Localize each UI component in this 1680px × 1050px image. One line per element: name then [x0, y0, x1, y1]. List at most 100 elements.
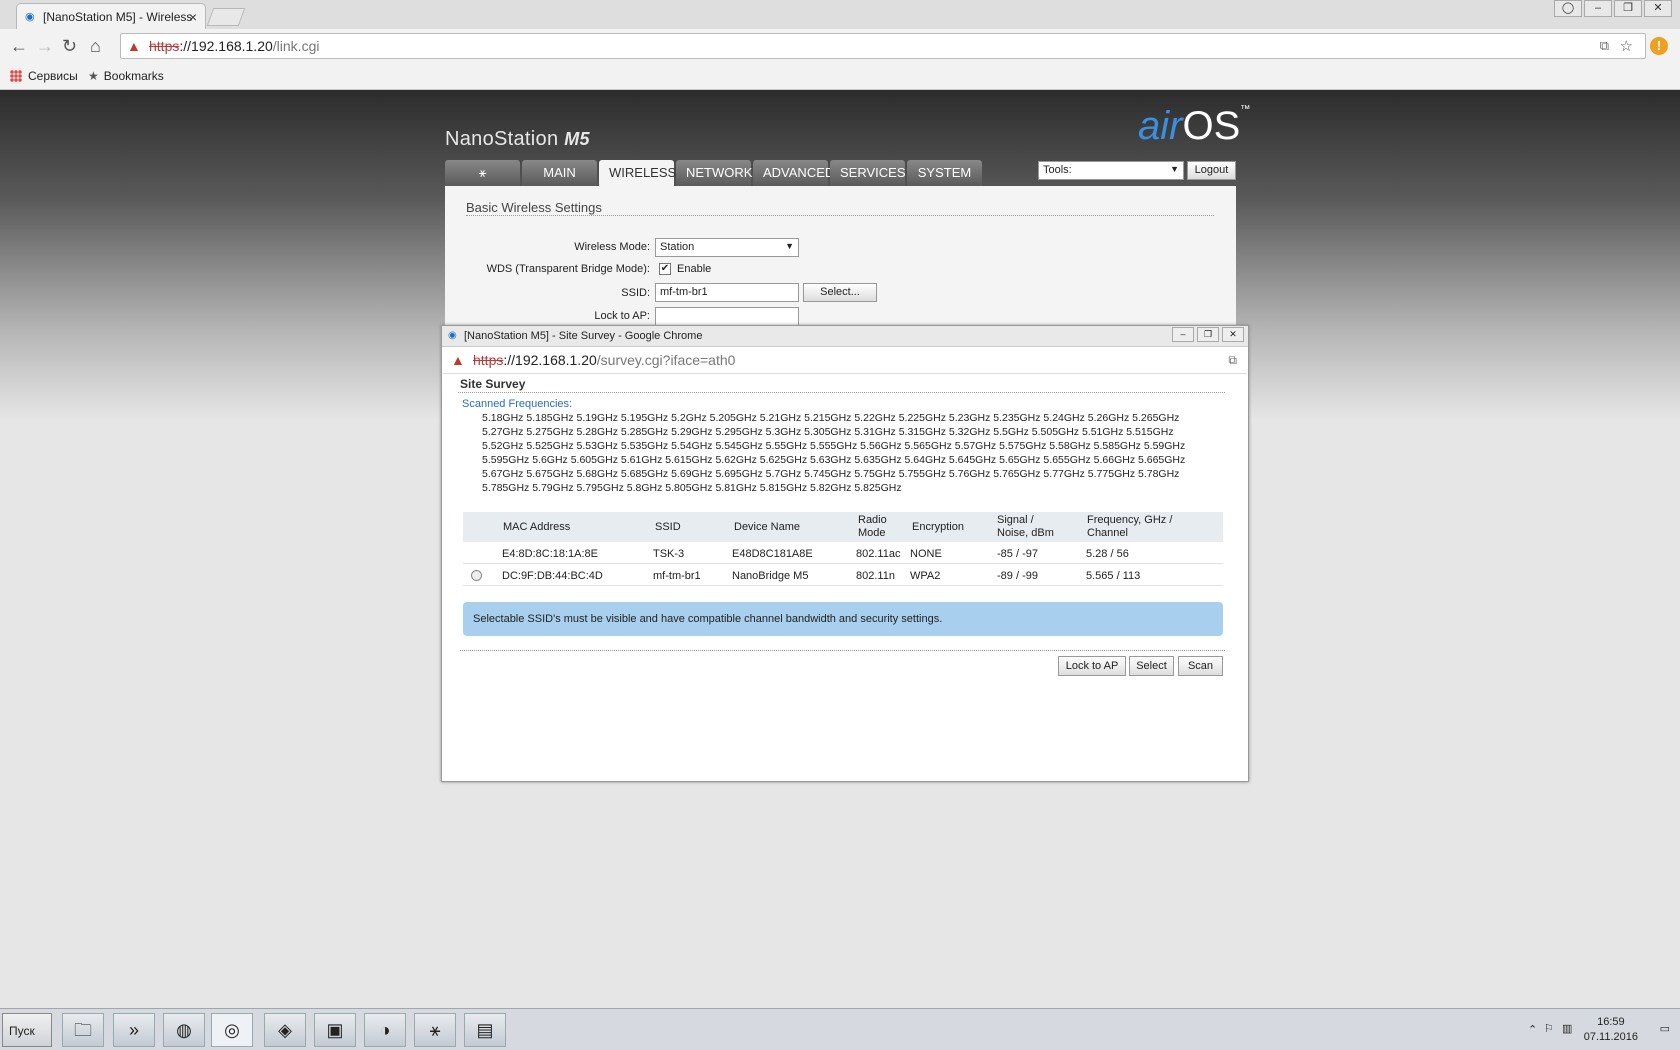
- tray-network-icon[interactable]: ▥: [1562, 1022, 1572, 1035]
- cell-encryption: NONE: [910, 548, 942, 560]
- clock[interactable]: 16:59 07.11.2016: [1584, 1015, 1638, 1045]
- lock-to-ap-button[interactable]: Lock to AP: [1058, 656, 1126, 676]
- warning-icon: ▲: [127, 38, 141, 54]
- main-nav: ⚹ MAIN WIRELESS NETWORK ADVANCED SERVICE…: [445, 160, 984, 186]
- browser-tab[interactable]: ◉ [NanoStation M5] - Wireless ×: [16, 3, 206, 29]
- col-frequency: Frequency, GHz /: [1087, 514, 1173, 526]
- star-icon[interactable]: ☆: [1620, 37, 1633, 55]
- tab-wireless[interactable]: WIRELESS: [599, 160, 676, 186]
- frequency-line: 5.785GHz 5.79GHz 5.795GHz 5.8GHz 5.805GH…: [482, 482, 902, 494]
- start-button[interactable]: Пуск: [2, 1013, 52, 1047]
- frequency-line: 5.18GHz 5.185GHz 5.19GHz 5.195GHz 5.2GHz…: [482, 412, 1180, 424]
- user-icon[interactable]: ◯: [1554, 0, 1582, 17]
- scan-button[interactable]: Scan: [1178, 656, 1223, 676]
- ssid-select-button[interactable]: Select...: [803, 283, 877, 302]
- col-radio: Radio: [858, 514, 887, 526]
- tab-services[interactable]: SERVICES: [830, 160, 906, 186]
- show-desktop-icon[interactable]: ▭: [1660, 1022, 1670, 1035]
- sync-icon[interactable]: ◑: [364, 1013, 406, 1047]
- close-window-button[interactable]: ✕: [1222, 327, 1244, 342]
- network-icon[interactable]: ▣: [314, 1013, 356, 1047]
- new-tab-button[interactable]: [206, 8, 246, 26]
- cell-signal: -89 / -99: [997, 570, 1038, 582]
- tab-system[interactable]: SYSTEM: [907, 160, 982, 186]
- popup-address-bar[interactable]: ▲ https://192.168.1.20/survey.cgi?iface=…: [443, 348, 1247, 374]
- section-divider: [466, 215, 1214, 216]
- scanned-frequencies-label: Scanned Frequencies:: [462, 398, 573, 410]
- tab-main[interactable]: MAIN: [522, 160, 597, 186]
- logout-button[interactable]: Logout: [1187, 161, 1236, 180]
- back-icon[interactable]: ←: [10, 37, 28, 55]
- site-survey-heading: Site Survey: [460, 377, 526, 391]
- tray-flag-icon[interactable]: ⚐: [1544, 1022, 1554, 1035]
- tab-ubnt-logo[interactable]: ⚹: [445, 160, 520, 186]
- ubnt-tool-icon[interactable]: ⚹: [414, 1013, 456, 1047]
- forward-icon[interactable]: →: [36, 37, 54, 55]
- lock-ap-label: Lock to AP:: [594, 310, 650, 322]
- bookmark-folder[interactable]: ★ Bookmarks: [88, 69, 164, 83]
- warning-icon: ▲: [451, 352, 465, 368]
- wds-label: WDS (Transparent Bridge Mode):: [486, 263, 650, 275]
- brand-name: NanoStation: [445, 128, 559, 150]
- restore-button[interactable]: ❐: [1614, 0, 1642, 17]
- brand-model: M5: [564, 129, 590, 149]
- chrome-icon[interactable]: ◎: [211, 1013, 253, 1047]
- translate-icon[interactable]: ⧉: [1600, 38, 1609, 54]
- minimize-button[interactable]: –: [1172, 327, 1194, 342]
- bookmark-apps[interactable]: Сервисы: [10, 69, 78, 83]
- col-channel: Channel: [1087, 527, 1128, 539]
- explorer-icon[interactable]: 🗀: [62, 1013, 104, 1047]
- cell-frequency: 5.28 / 56: [1086, 548, 1129, 560]
- browser-toolbar: ← → ↻ ⌂ ▲ https://192.168.1.20/link.cgi …: [0, 29, 1680, 65]
- tab-network[interactable]: NETWORK: [676, 160, 752, 186]
- select-button[interactable]: Select: [1129, 656, 1174, 676]
- info-message: Selectable SSID's must be visible and ha…: [463, 602, 1223, 636]
- url-host: ://192.168.1.20: [179, 38, 273, 54]
- wds-checkbox[interactable]: ✔: [659, 263, 671, 275]
- popup-title: [NanoStation M5] - Site Survey - Google …: [464, 330, 703, 342]
- app-icon[interactable]: ◈: [264, 1013, 306, 1047]
- remote-desktop-icon[interactable]: ▤: [464, 1013, 506, 1047]
- star-icon: ★: [88, 69, 99, 83]
- bookmark-label: Bookmarks: [103, 69, 164, 83]
- close-window-button[interactable]: ✕: [1644, 0, 1672, 17]
- bookmark-label: Сервисы: [28, 69, 78, 83]
- section-divider: [458, 392, 1225, 393]
- window-controls: ◯ – ❐ ✕: [1552, 0, 1672, 17]
- url-path: /survey.cgi?iface=ath0: [596, 352, 736, 368]
- cell-signal: -85 / -97: [997, 548, 1038, 560]
- reload-icon[interactable]: ↻: [62, 37, 77, 55]
- table-row: E4:8D:8C:18:1A:8E TSK-3 E48D8C181A8E 802…: [463, 543, 1223, 564]
- wireless-mode-value: Station: [660, 241, 695, 253]
- wireless-mode-select[interactable]: Station ▼: [655, 238, 799, 257]
- col-mac: MAC Address: [503, 521, 571, 533]
- translate-icon[interactable]: ⧉: [1228, 353, 1237, 368]
- row-select-radio[interactable]: [471, 570, 482, 581]
- home-icon[interactable]: ⌂: [90, 37, 101, 55]
- browser-chrome: ◉ [NanoStation M5] - Wireless × ◯ – ❐ ✕ …: [0, 0, 1680, 90]
- minimize-button[interactable]: –: [1584, 0, 1612, 17]
- tab-advanced[interactable]: ADVANCED: [753, 160, 834, 186]
- lock-ap-input[interactable]: [655, 307, 799, 326]
- tray-expand-icon[interactable]: ⌃: [1528, 1023, 1537, 1036]
- ssid-input[interactable]: mf-tm-br1: [655, 283, 799, 302]
- tools-select[interactable]: Tools: ▼: [1038, 161, 1184, 180]
- cell-device: NanoBridge M5: [732, 570, 809, 582]
- firefox-icon[interactable]: ◍: [163, 1013, 205, 1047]
- logo-tm: ™: [1240, 104, 1251, 115]
- dropdown-arrow-icon: ▼: [1170, 164, 1179, 174]
- system-tray: ⌃ ⚐ ▥ 16:59 07.11.2016 ▭: [1520, 1011, 1680, 1049]
- table-row[interactable]: DC:9F:DB:44:BC:4D mf-tm-br1 NanoBridge M…: [463, 565, 1223, 586]
- powershell-icon[interactable]: »: [113, 1013, 155, 1047]
- cell-frequency: 5.565 / 113: [1086, 570, 1141, 582]
- cell-mac: DC:9F:DB:44:BC:4D: [502, 570, 603, 582]
- update-alert-icon[interactable]: !: [1650, 37, 1668, 55]
- col-noise: Noise, dBm: [997, 527, 1054, 539]
- url-scheme: https: [473, 352, 504, 368]
- close-tab-icon[interactable]: ×: [189, 9, 197, 25]
- frequency-line: 5.52GHz 5.525GHz 5.53GHz 5.535GHz 5.54GH…: [482, 440, 1186, 452]
- cell-ssid: TSK-3: [653, 548, 685, 560]
- restore-button[interactable]: ❐: [1197, 327, 1219, 342]
- address-bar[interactable]: ▲ https://192.168.1.20/link.cgi ⧉ ☆: [120, 33, 1646, 59]
- logo-os: OS: [1182, 104, 1241, 148]
